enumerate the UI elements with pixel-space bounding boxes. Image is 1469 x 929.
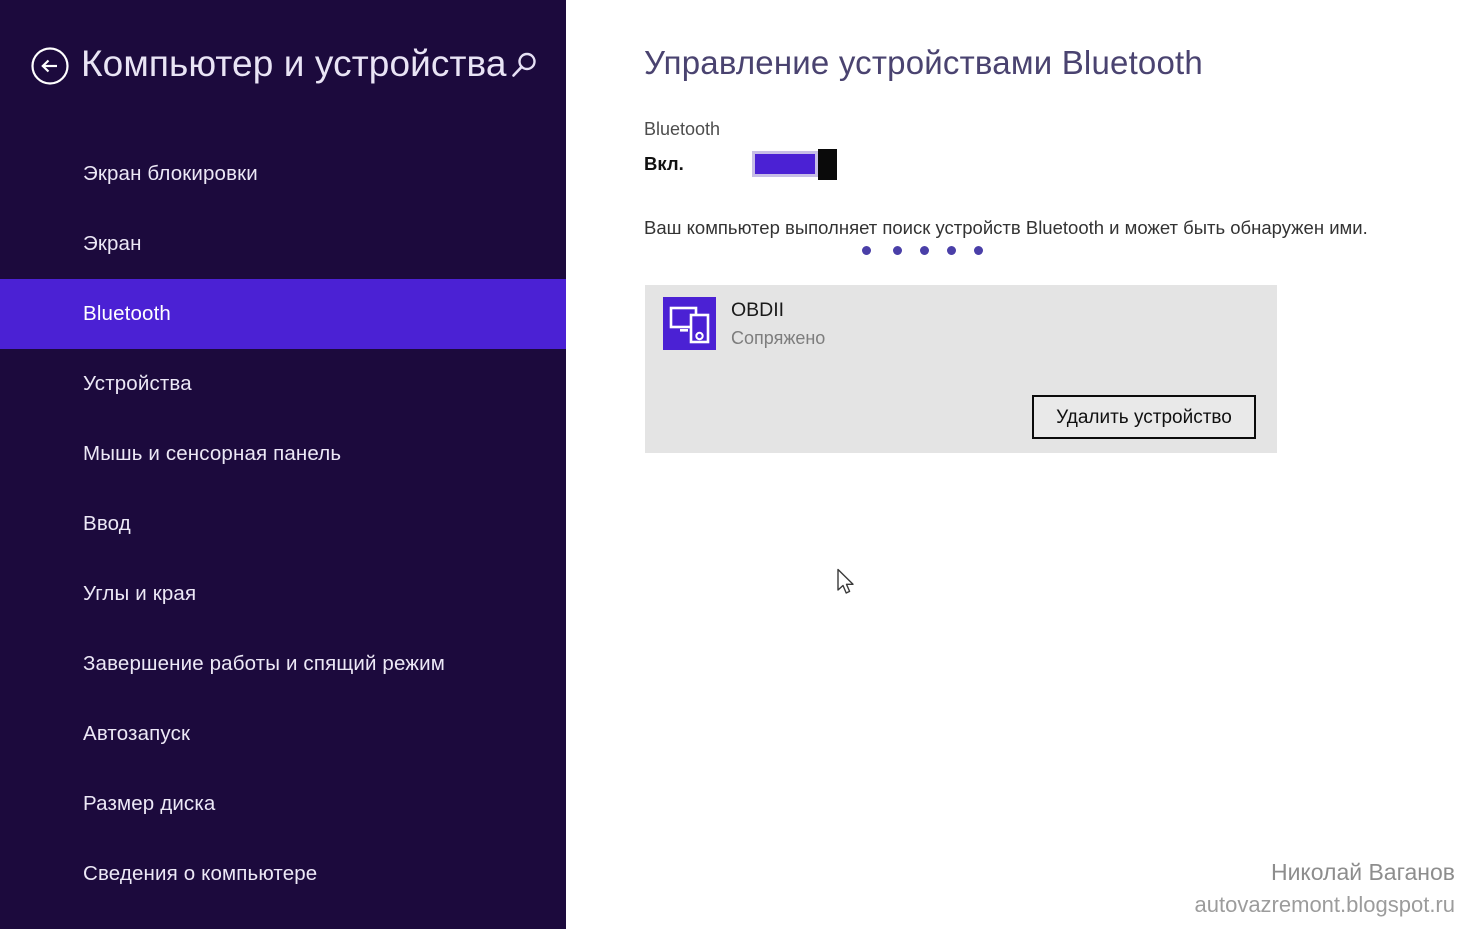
bluetooth-toggle-row: Вкл. bbox=[644, 149, 837, 180]
sidebar-item-label: Экран bbox=[83, 232, 142, 255]
bluetooth-toggle-switch[interactable] bbox=[752, 149, 837, 180]
toggle-thumb[interactable] bbox=[818, 149, 837, 180]
main-title: Управление устройствами Bluetooth bbox=[644, 44, 1203, 81]
device-status: Сопряжено bbox=[731, 328, 826, 348]
search-button[interactable] bbox=[505, 48, 541, 84]
sidebar-item-disk-space[interactable]: Размер диска bbox=[0, 769, 566, 839]
bluetooth-section-label: Bluetooth bbox=[644, 119, 721, 139]
sidebar-item-label: Ввод bbox=[83, 512, 131, 535]
toggle-state-label: Вкл. bbox=[644, 153, 684, 174]
progress-dot bbox=[893, 246, 902, 255]
sidebar-item-power-and-sleep[interactable]: Завершение работы и спящий режим bbox=[0, 629, 566, 699]
sidebar-item-label: Сведения о компьютере bbox=[83, 862, 318, 885]
sidebar-item-label: Автозапуск bbox=[83, 722, 191, 745]
computer-and-phone-icon bbox=[663, 297, 716, 350]
sidebar-item-label: Углы и края bbox=[83, 582, 197, 605]
remove-device-button[interactable]: Удалить устройство bbox=[1032, 395, 1256, 439]
sidebar-item-mouse-and-touchpad[interactable]: Мышь и сенсорная панель bbox=[0, 419, 566, 489]
progress-dot bbox=[862, 246, 871, 255]
sidebar-item-label: Экран блокировки bbox=[83, 162, 258, 185]
progress-dot bbox=[920, 246, 929, 255]
sidebar-item-bluetooth[interactable]: Bluetooth bbox=[0, 279, 566, 349]
sidebar-item-label: Устройства bbox=[83, 372, 192, 395]
progress-dots bbox=[862, 246, 983, 255]
watermark: Николай Ваганов autovazremont.blogspot.r… bbox=[1195, 855, 1456, 921]
sidebar: Компьютер и устройства Экран блокировки … bbox=[0, 0, 566, 929]
watermark-author: Николай Ваганов bbox=[1270, 859, 1455, 885]
sidebar-item-label: Мышь и сенсорная панель bbox=[83, 442, 342, 465]
device-name: OBDII bbox=[731, 299, 785, 321]
sidebar-item-lock-screen[interactable]: Экран блокировки bbox=[0, 139, 566, 209]
sidebar-item-label: Bluetooth bbox=[83, 302, 171, 325]
back-button[interactable] bbox=[30, 46, 70, 86]
sidebar-item-label: Завершение работы и спящий режим bbox=[83, 652, 445, 675]
watermark-url: autovazremont.blogspot.ru bbox=[1194, 892, 1456, 917]
sidebar-item-devices[interactable]: Устройства bbox=[0, 349, 566, 419]
progress-dot bbox=[947, 246, 956, 255]
sidebar-item-corners-and-edges[interactable]: Углы и края bbox=[0, 559, 566, 629]
progress-dot bbox=[974, 246, 983, 255]
main-content: Управление устройствами Bluetooth Blueto… bbox=[566, 0, 1469, 929]
sidebar-item-label: Размер диска bbox=[83, 792, 216, 815]
back-arrow-circle-icon bbox=[31, 47, 69, 85]
sidebar-header: Компьютер и устройства bbox=[0, 34, 566, 96]
toggle-track bbox=[752, 151, 818, 177]
sidebar-item-pc-info[interactable]: Сведения о компьютере bbox=[0, 839, 566, 909]
device-card[interactable]: OBDII Сопряжено Удалить устройство bbox=[645, 285, 1277, 453]
settings-screen: Компьютер и устройства Экран блокировки … bbox=[0, 0, 1469, 929]
search-icon bbox=[512, 52, 536, 77]
sidebar-nav-list: Экран блокировки Экран Bluetooth Устройс… bbox=[0, 139, 566, 909]
search-status-text: Ваш компьютер выполняет поиск устройств … bbox=[644, 217, 1368, 238]
sidebar-item-typing[interactable]: Ввод bbox=[0, 489, 566, 559]
sidebar-item-autoplay[interactable]: Автозапуск bbox=[0, 699, 566, 769]
sidebar-item-display[interactable]: Экран bbox=[0, 209, 566, 279]
page-title: Компьютер и устройства bbox=[81, 43, 507, 84]
